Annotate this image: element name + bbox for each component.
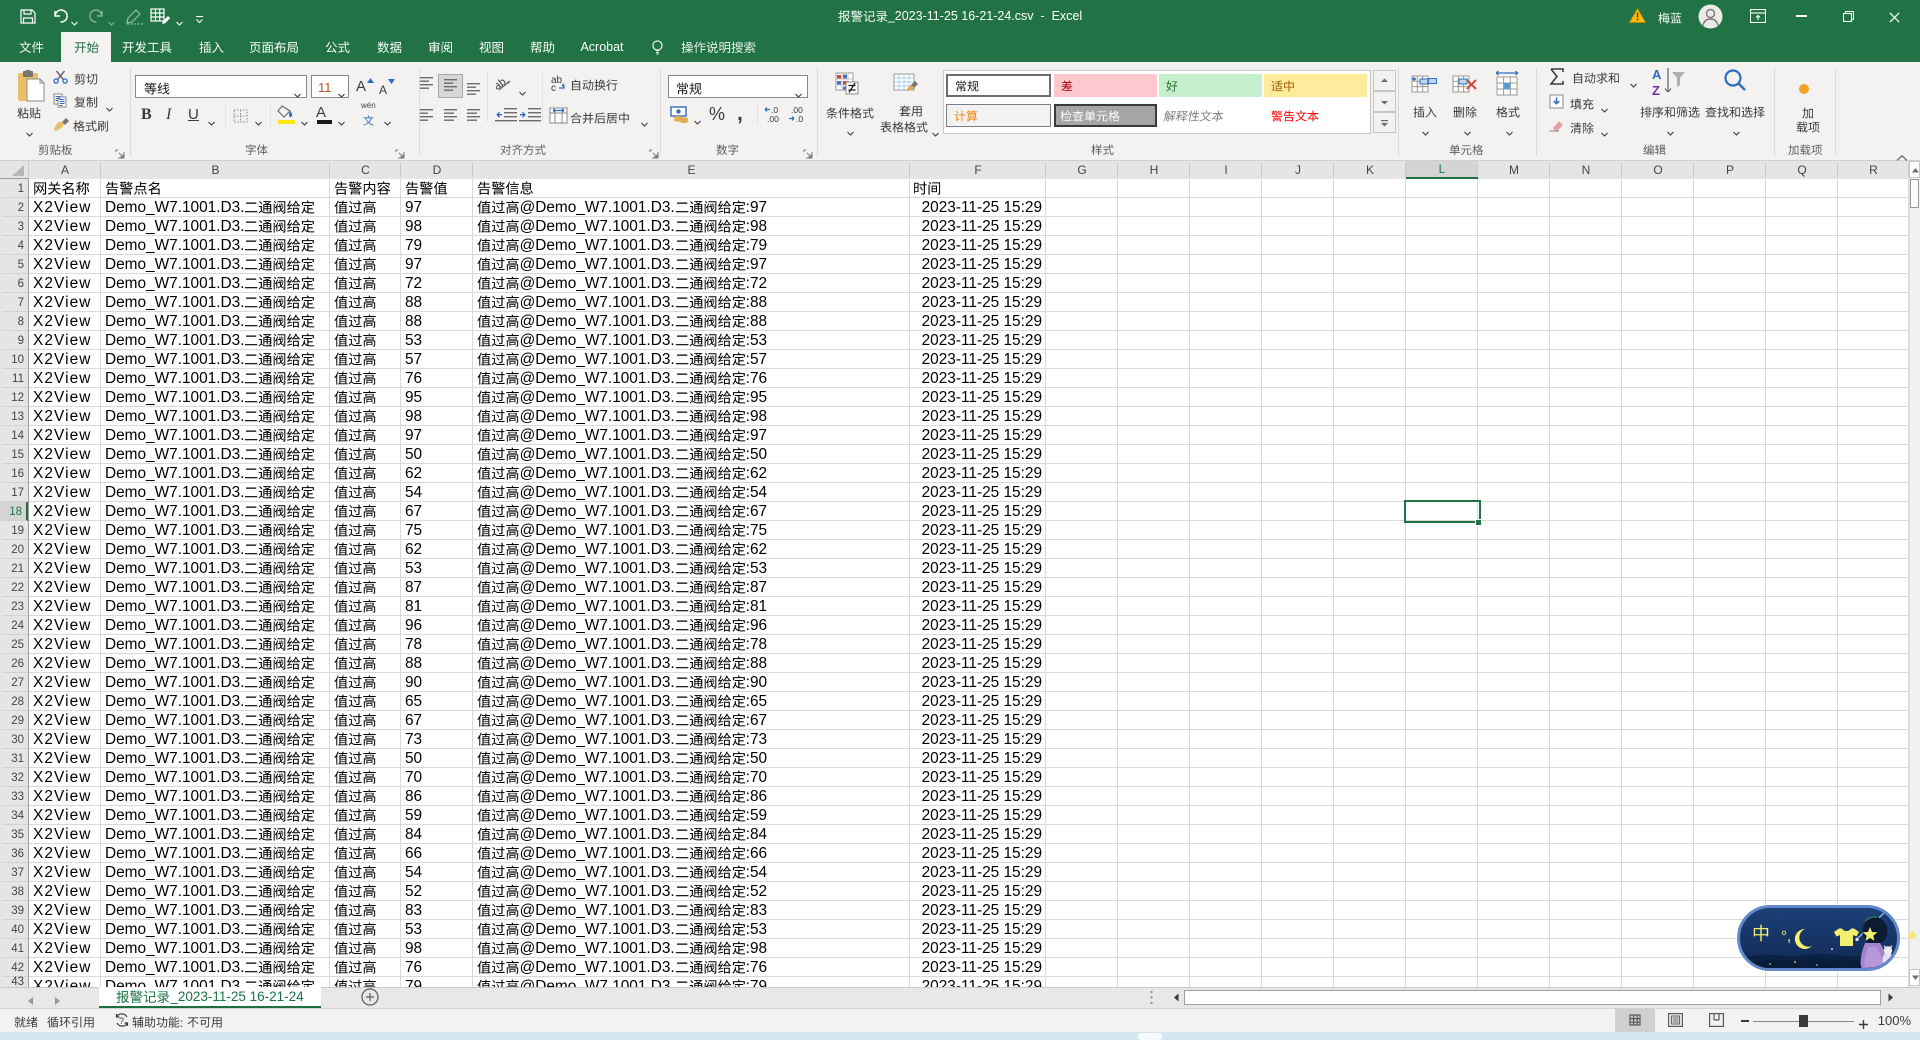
svg-text:.00: .00 (767, 114, 779, 123)
svg-text:.0: .0 (796, 114, 803, 123)
svg-text:?: ? (119, 1016, 124, 1026)
svg-text:c: c (551, 83, 556, 92)
svg-text:°,: °, (1781, 928, 1791, 945)
svg-text:A: A (1652, 67, 1662, 82)
svg-text:Z: Z (1652, 83, 1660, 98)
